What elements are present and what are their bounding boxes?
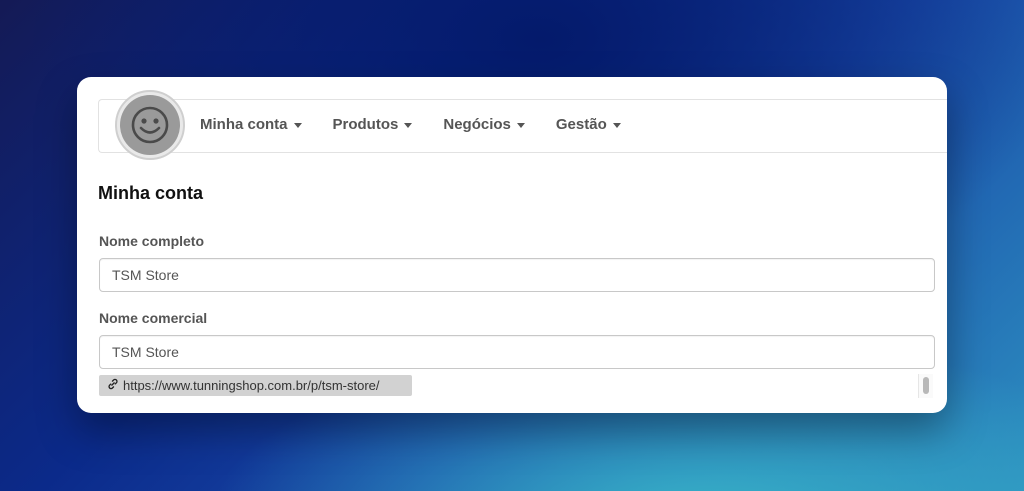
full-name-input[interactable] (99, 258, 935, 292)
caret-down-icon (404, 122, 413, 128)
trade-name-label: Nome comercial (99, 310, 208, 326)
link-icon (107, 378, 123, 393)
nav-item-gestao[interactable]: Gestão (556, 115, 621, 135)
nav-item-label: Minha conta (200, 116, 288, 133)
nav-item-produtos[interactable]: Produtos (333, 115, 413, 135)
nav-item-label: Produtos (332, 116, 399, 133)
scrollbar[interactable] (918, 374, 933, 398)
scrollbar-thumb[interactable] (923, 377, 929, 394)
store-url-text: https://www.tunningshop.com.br/p/tsm-sto… (123, 378, 380, 393)
trade-name-input[interactable] (99, 335, 935, 369)
app-window: Minha conta Produtos Negócios Gestão Min… (77, 77, 947, 413)
nav-item-label: Gestão (555, 116, 607, 133)
caret-down-icon (516, 122, 525, 128)
smiley-face-icon (120, 95, 180, 155)
page-title: Minha conta (98, 183, 204, 203)
caret-down-icon (612, 122, 621, 128)
full-name-label: Nome completo (99, 233, 205, 249)
caret-down-icon (293, 122, 302, 128)
avatar[interactable] (115, 90, 185, 160)
nav-item-minha-conta[interactable]: Minha conta (200, 115, 302, 135)
nav-menu: Minha conta Produtos Negócios Gestão (200, 115, 652, 135)
store-url-chip[interactable]: https://www.tunningshop.com.br/p/tsm-sto… (99, 375, 412, 396)
nav-item-negocios[interactable]: Negócios (443, 115, 525, 135)
nav-item-label: Negócios (443, 116, 511, 133)
